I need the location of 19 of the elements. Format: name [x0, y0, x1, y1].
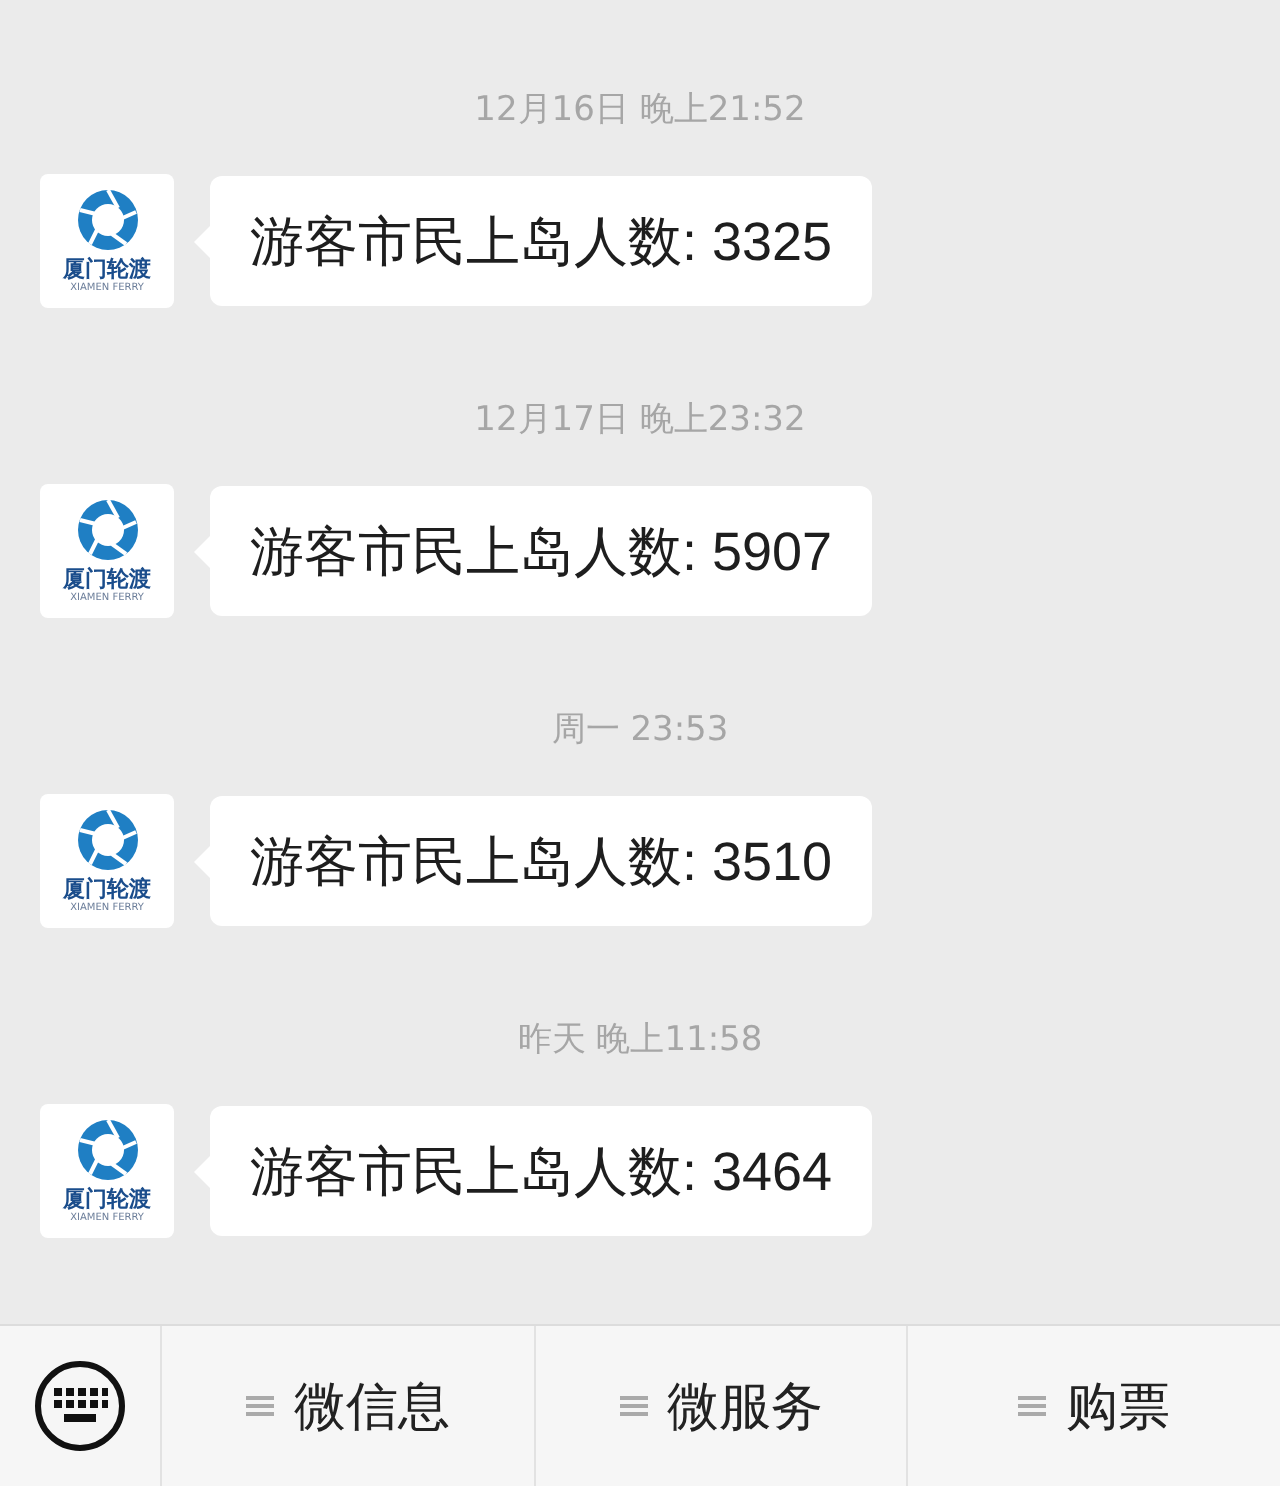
logo-name: 厦门轮渡 [63, 258, 151, 282]
aperture-icon [73, 186, 141, 254]
message-time: 昨天 晚上11:58 [517, 1020, 763, 1060]
menu-tab[interactable]: 购票 [906, 1326, 1280, 1486]
message-time: 12月17日 晚上23:32 [474, 400, 806, 440]
message-time: 周一 23:53 [551, 710, 729, 750]
aperture-icon [73, 1116, 141, 1184]
aperture-icon [73, 496, 141, 564]
menu-icon [1018, 1392, 1047, 1420]
logo-name: 厦门轮渡 [63, 568, 151, 592]
menu-tab[interactable]: 微服务 [533, 1326, 907, 1486]
logo-name: 厦门轮渡 [63, 1188, 151, 1212]
menu-icon [619, 1392, 647, 1420]
menu-tab[interactable]: 微信息 [160, 1326, 534, 1486]
keyboard-icon[interactable] [34, 1360, 126, 1452]
menu-icon [245, 1392, 274, 1420]
message-time: 12月16日 晚上21:52 [474, 90, 806, 130]
aperture-icon [73, 806, 141, 874]
logo-name: 厦门轮渡 [63, 878, 151, 902]
